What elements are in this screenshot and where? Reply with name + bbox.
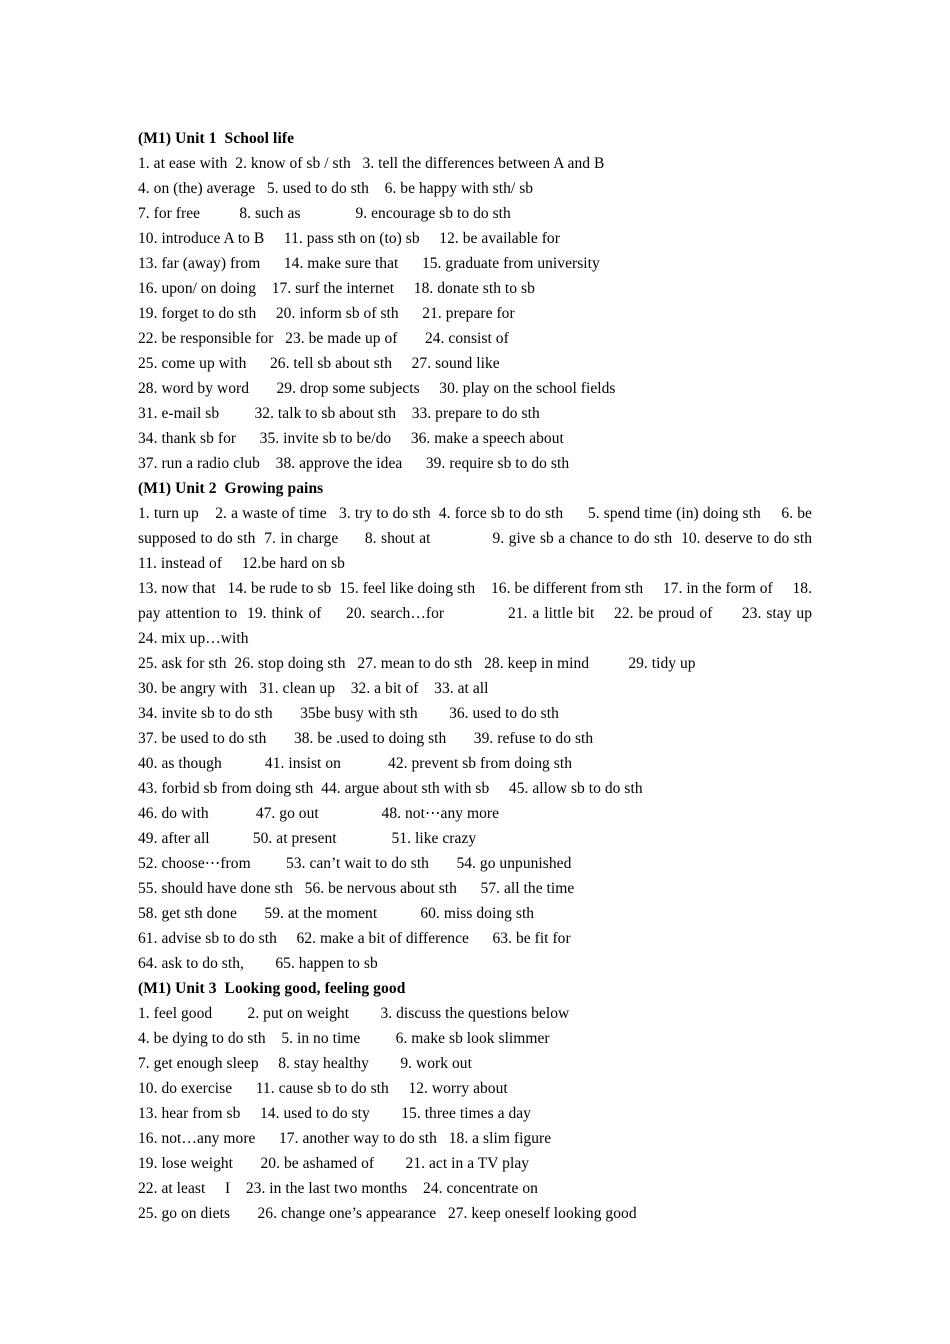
unit-3-line: 4. be dying to do sth 5. in no time 6. m… (138, 1030, 550, 1047)
unit-2-line: 61. advise sb to do sth 62. make a bit o… (138, 930, 571, 947)
unit-3-line: 7. get enough sleep 8. stay healthy 9. w… (138, 1055, 472, 1072)
unit-1-line: 25. come up with 26. tell sb about sth 2… (138, 355, 500, 372)
unit-1-line: 37. run a radio club 38. approve the ide… (138, 455, 570, 472)
unit-2-line: 37. be used to do sth 38. be .used to do… (138, 730, 594, 747)
unit-3-line: 16. not…any more 17. another way to do s… (138, 1130, 552, 1147)
unit-2-line: 46. do with 47. go out 48. not⋯any more (138, 805, 500, 822)
unit-2-line: 43. forbid sb from doing sth 44. argue a… (138, 780, 643, 797)
unit-3-line: 1. feel good 2. put on weight 3. discuss… (138, 1005, 570, 1022)
document-body: (M1) Unit 1 School life 1. at ease with … (138, 126, 812, 1226)
unit-2-line: 52. choose⋯from 53. can’t wait to do sth… (138, 855, 572, 872)
section-unit-2: (M1) Unit 2 Growing pains 1. turn up 2. … (138, 476, 812, 976)
unit-2-line: 55. should have done sth 56. be nervous … (138, 880, 575, 897)
unit-1-line: 34. thank sb for 35. invite sb to be/do … (138, 430, 564, 447)
unit-1-line: 13. far (away) from 14. make sure that 1… (138, 255, 600, 272)
unit-1-line: 16. upon/ on doing 17. surf the internet… (138, 280, 535, 297)
unit-3-line: 25. go on diets 26. change one’s appeara… (138, 1205, 637, 1222)
unit-2-paragraph: 13. now that 14. be rude to sb 15. feel … (138, 580, 844, 647)
unit-2-line: 58. get sth done 59. at the moment 60. m… (138, 905, 535, 922)
unit-1-line: 28. word by word 29. drop some subjects … (138, 380, 616, 397)
unit-1-line: 10. introduce A to B 11. pass sth on (to… (138, 230, 560, 247)
unit-1-line: 4. on (the) average 5. used to do sth 6.… (138, 180, 534, 197)
unit-3-line: 13. hear from sb 14. used to do sty 15. … (138, 1105, 531, 1122)
unit-1-line: 1. at ease with 2. know of sb / sth 3. t… (138, 155, 605, 172)
document-page: (M1) Unit 1 School life 1. at ease with … (0, 0, 950, 1344)
unit-2-line: 25. ask for sth 26. stop doing sth 27. m… (138, 655, 696, 672)
unit-1-heading: (M1) Unit 1 School life (138, 130, 295, 147)
section-unit-3: (M1) Unit 3 Looking good, feeling good 1… (138, 976, 812, 1226)
section-unit-1: (M1) Unit 1 School life 1. at ease with … (138, 126, 812, 476)
unit-2-heading: (M1) Unit 2 Growing pains (138, 480, 324, 497)
unit-2-line: 64. ask to do sth, 65. happen to sb (138, 955, 378, 972)
unit-3-line: 19. lose weight 20. be ashamed of 21. ac… (138, 1155, 530, 1172)
unit-3-line: 10. do exercise 11. cause sb to do sth 1… (138, 1080, 508, 1097)
unit-2-paragraph: 1. turn up 2. a waste of time 3. try to … (138, 505, 832, 572)
unit-3-heading: (M1) Unit 3 Looking good, feeling good (138, 980, 406, 997)
unit-3-line: 22. at least I 23. in the last two month… (138, 1180, 538, 1197)
unit-1-line: 22. be responsible for 23. be made up of… (138, 330, 509, 347)
unit-1-line: 7. for free 8. such as 9. encourage sb t… (138, 205, 511, 222)
unit-2-line: 49. after all 50. at present 51. like cr… (138, 830, 477, 847)
unit-1-line: 19. forget to do sth 20. inform sb of st… (138, 305, 515, 322)
unit-2-line: 34. invite sb to do sth 35be busy with s… (138, 705, 559, 722)
unit-1-line: 31. e-mail sb 32. talk to sb about sth 3… (138, 405, 540, 422)
unit-2-line: 30. be angry with 31. clean up 32. a bit… (138, 680, 489, 697)
unit-2-line: 40. as though 41. insist on 42. prevent … (138, 755, 573, 772)
